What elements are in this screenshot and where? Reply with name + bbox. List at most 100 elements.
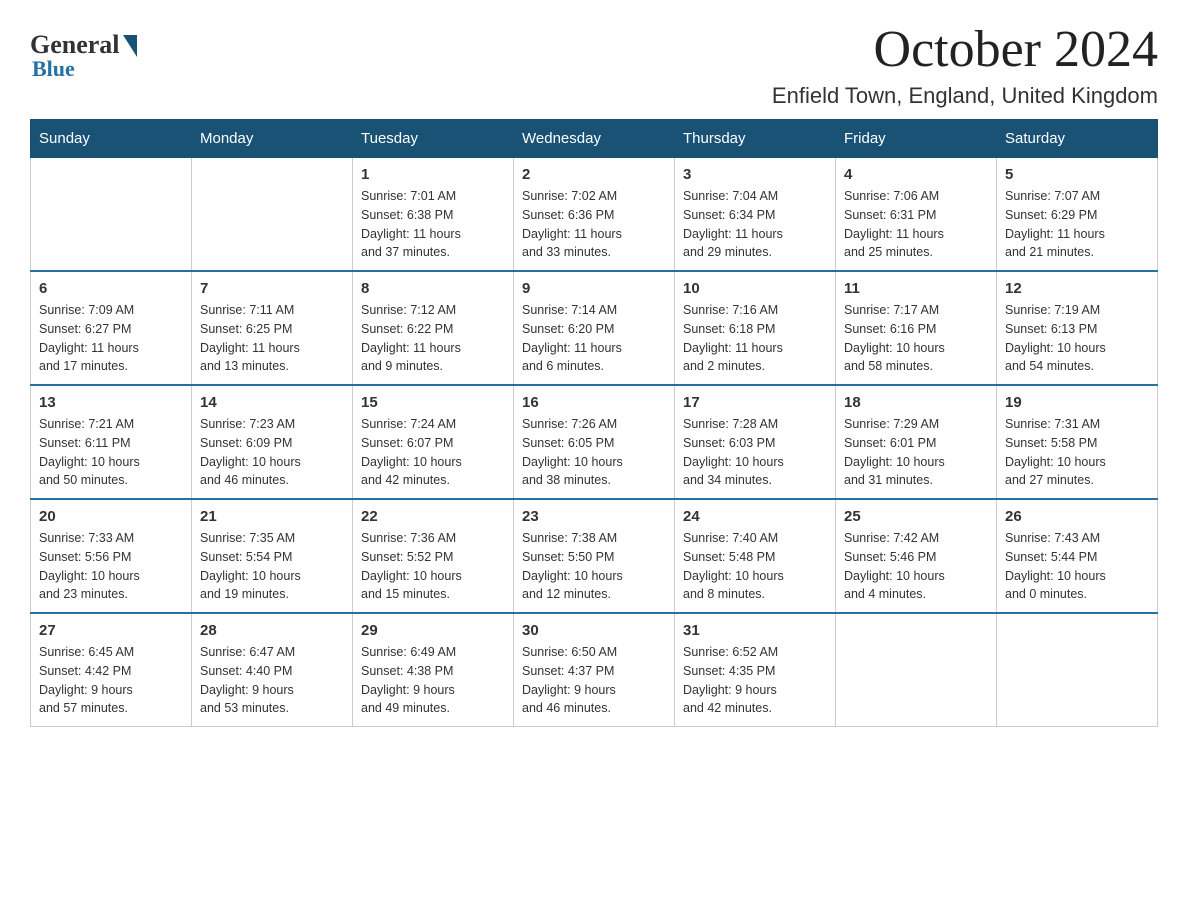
day-info: Sunrise: 6:47 AM Sunset: 4:40 PM Dayligh… (200, 643, 344, 718)
calendar-cell: 7Sunrise: 7:11 AM Sunset: 6:25 PM Daylig… (192, 271, 353, 385)
calendar-cell: 27 Sunrise: 6:45 AM Sunset: 4:42 PM Dayli… (31, 613, 192, 727)
calendar-cell: 26 Sunrise: 7:43 AM Sunset: 5:44 PM Dayli… (997, 499, 1158, 613)
day-info: Sunrise: 7:16 AM Sunset: 6:18 PM Dayligh… (683, 301, 827, 376)
day-number: 3 (683, 166, 827, 183)
calendar-cell: 29 Sunrise: 6:49 AM Sunset: 4:38 PM Dayli… (353, 613, 514, 727)
day-number: 24 (683, 508, 827, 525)
day-info: Sunrise: 7:42 AM Sunset: 5:46 PM Dayligh… (844, 529, 988, 604)
day-number: 16 (522, 394, 666, 411)
day-info: Sunrise: 7:31 AM Sunset: 5:58 PM Dayligh… (1005, 415, 1149, 490)
day-info: Sunrise: 7:02 AM Sunset: 6:36 PM Dayligh… (522, 187, 666, 262)
day-info: Sunrise: 6:52 AM Sunset: 4:35 PM Dayligh… (683, 643, 827, 718)
day-number: 10 (683, 280, 827, 297)
calendar-cell: 6Sunrise: 7:09 AM Sunset: 6:27 PM Daylig… (31, 271, 192, 385)
calendar-week-row: 1 Sunrise: 7:01 AM Sunset: 6:38 PM Daylig… (31, 158, 1158, 272)
day-number: 23 (522, 508, 666, 525)
location-title: Enfield Town, England, United Kingdom (772, 83, 1158, 109)
calendar-cell: 5 Sunrise: 7:07 AM Sunset: 6:29 PM Daylig… (997, 158, 1158, 272)
day-info: Sunrise: 7:07 AM Sunset: 6:29 PM Dayligh… (1005, 187, 1149, 262)
calendar-cell: 17Sunrise: 7:28 AM Sunset: 6:03 PM Dayli… (675, 385, 836, 499)
logo-triangle-icon (123, 35, 137, 57)
calendar-header-wednesday: Wednesday (514, 120, 675, 158)
day-info: Sunrise: 6:49 AM Sunset: 4:38 PM Dayligh… (361, 643, 505, 718)
day-info: Sunrise: 7:06 AM Sunset: 6:31 PM Dayligh… (844, 187, 988, 262)
calendar-cell (836, 613, 997, 727)
calendar-header-friday: Friday (836, 120, 997, 158)
day-info: Sunrise: 7:36 AM Sunset: 5:52 PM Dayligh… (361, 529, 505, 604)
day-number: 21 (200, 508, 344, 525)
calendar-cell: 25 Sunrise: 7:42 AM Sunset: 5:46 PM Dayli… (836, 499, 997, 613)
day-number: 5 (1005, 166, 1149, 183)
day-number: 31 (683, 622, 827, 639)
calendar-cell: 14 Sunrise: 7:23 AM Sunset: 6:09 PM Dayli… (192, 385, 353, 499)
calendar-cell: 18 Sunrise: 7:29 AM Sunset: 6:01 PM Dayli… (836, 385, 997, 499)
day-number: 11 (844, 280, 988, 297)
day-info: Sunrise: 7:19 AM Sunset: 6:13 PM Dayligh… (1005, 301, 1149, 376)
calendar-week-row: 6Sunrise: 7:09 AM Sunset: 6:27 PM Daylig… (31, 271, 1158, 385)
day-number: 20 (39, 508, 183, 525)
day-number: 1 (361, 166, 505, 183)
calendar-cell: 13 Sunrise: 7:21 AM Sunset: 6:11 PM Dayli… (31, 385, 192, 499)
day-info: Sunrise: 7:35 AM Sunset: 5:54 PM Dayligh… (200, 529, 344, 604)
calendar-cell: 3Sunrise: 7:04 AM Sunset: 6:34 PM Daylig… (675, 158, 836, 272)
day-number: 28 (200, 622, 344, 639)
day-number: 26 (1005, 508, 1149, 525)
day-info: Sunrise: 7:12 AM Sunset: 6:22 PM Dayligh… (361, 301, 505, 376)
day-number: 7 (200, 280, 344, 297)
logo: General Blue (30, 30, 137, 82)
day-info: Sunrise: 7:21 AM Sunset: 6:11 PM Dayligh… (39, 415, 183, 490)
day-number: 19 (1005, 394, 1149, 411)
calendar-header-sunday: Sunday (31, 120, 192, 158)
day-info: Sunrise: 7:33 AM Sunset: 5:56 PM Dayligh… (39, 529, 183, 604)
calendar-cell (997, 613, 1158, 727)
day-number: 6 (39, 280, 183, 297)
calendar-header-tuesday: Tuesday (353, 120, 514, 158)
day-number: 15 (361, 394, 505, 411)
day-info: Sunrise: 7:14 AM Sunset: 6:20 PM Dayligh… (522, 301, 666, 376)
day-number: 8 (361, 280, 505, 297)
calendar-cell: 24 Sunrise: 7:40 AM Sunset: 5:48 PM Dayli… (675, 499, 836, 613)
calendar-cell: 4 Sunrise: 7:06 AM Sunset: 6:31 PM Daylig… (836, 158, 997, 272)
calendar-week-row: 13 Sunrise: 7:21 AM Sunset: 6:11 PM Dayli… (31, 385, 1158, 499)
calendar-header-saturday: Saturday (997, 120, 1158, 158)
day-info: Sunrise: 7:01 AM Sunset: 6:38 PM Dayligh… (361, 187, 505, 262)
day-number: 13 (39, 394, 183, 411)
calendar-cell: 23Sunrise: 7:38 AM Sunset: 5:50 PM Dayli… (514, 499, 675, 613)
day-number: 9 (522, 280, 666, 297)
day-info: Sunrise: 7:40 AM Sunset: 5:48 PM Dayligh… (683, 529, 827, 604)
day-number: 25 (844, 508, 988, 525)
calendar-cell: 15 Sunrise: 7:24 AM Sunset: 6:07 PM Dayli… (353, 385, 514, 499)
calendar-cell: 1 Sunrise: 7:01 AM Sunset: 6:38 PM Daylig… (353, 158, 514, 272)
day-info: Sunrise: 7:17 AM Sunset: 6:16 PM Dayligh… (844, 301, 988, 376)
day-info: Sunrise: 7:29 AM Sunset: 6:01 PM Dayligh… (844, 415, 988, 490)
calendar-header-thursday: Thursday (675, 120, 836, 158)
month-title: October 2024 (772, 20, 1158, 79)
day-number: 18 (844, 394, 988, 411)
calendar-header-monday: Monday (192, 120, 353, 158)
calendar-cell: 8 Sunrise: 7:12 AM Sunset: 6:22 PM Daylig… (353, 271, 514, 385)
day-info: Sunrise: 6:45 AM Sunset: 4:42 PM Dayligh… (39, 643, 183, 718)
day-number: 4 (844, 166, 988, 183)
calendar-cell: 2Sunrise: 7:02 AM Sunset: 6:36 PM Daylig… (514, 158, 675, 272)
day-info: Sunrise: 6:50 AM Sunset: 4:37 PM Dayligh… (522, 643, 666, 718)
day-info: Sunrise: 7:24 AM Sunset: 6:07 PM Dayligh… (361, 415, 505, 490)
header: General Blue October 2024 Enfield Town, … (30, 20, 1158, 109)
day-info: Sunrise: 7:43 AM Sunset: 5:44 PM Dayligh… (1005, 529, 1149, 604)
day-info: Sunrise: 7:23 AM Sunset: 6:09 PM Dayligh… (200, 415, 344, 490)
calendar-cell: 28 Sunrise: 6:47 AM Sunset: 4:40 PM Dayli… (192, 613, 353, 727)
calendar-cell: 9 Sunrise: 7:14 AM Sunset: 6:20 PM Daylig… (514, 271, 675, 385)
day-number: 14 (200, 394, 344, 411)
calendar-week-row: 20 Sunrise: 7:33 AM Sunset: 5:56 PM Dayli… (31, 499, 1158, 613)
calendar-cell: 30 Sunrise: 6:50 AM Sunset: 4:37 PM Dayli… (514, 613, 675, 727)
calendar-cell: 22Sunrise: 7:36 AM Sunset: 5:52 PM Dayli… (353, 499, 514, 613)
calendar-cell: 16Sunrise: 7:26 AM Sunset: 6:05 PM Dayli… (514, 385, 675, 499)
calendar-table: SundayMondayTuesdayWednesdayThursdayFrid… (30, 119, 1158, 727)
day-number: 29 (361, 622, 505, 639)
calendar-cell: 31 Sunrise: 6:52 AM Sunset: 4:35 PM Dayli… (675, 613, 836, 727)
day-number: 12 (1005, 280, 1149, 297)
day-number: 30 (522, 622, 666, 639)
day-number: 27 (39, 622, 183, 639)
calendar-cell: 11 Sunrise: 7:17 AM Sunset: 6:16 PM Dayli… (836, 271, 997, 385)
calendar-cell: 20 Sunrise: 7:33 AM Sunset: 5:56 PM Dayli… (31, 499, 192, 613)
calendar-cell: 21 Sunrise: 7:35 AM Sunset: 5:54 PM Dayli… (192, 499, 353, 613)
